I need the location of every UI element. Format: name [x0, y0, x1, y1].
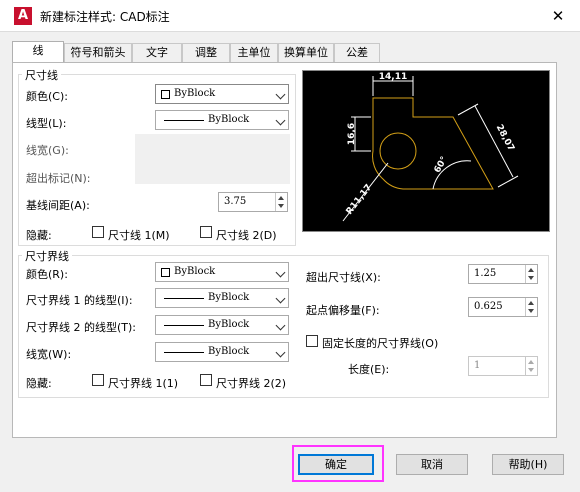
dim-lineweight-label: 线宽(G): — [26, 144, 69, 157]
ext-color-value: ByBlock — [174, 266, 216, 277]
tab-lines[interactable]: 线 — [12, 41, 64, 63]
spin-up-icon — [528, 360, 534, 364]
tab-text[interactable]: 文字 — [132, 43, 182, 62]
window-title: 新建标注样式: CAD标注 — [40, 10, 170, 24]
ext-color-label: 颜色(R): — [26, 268, 68, 281]
baseline-spacing-spinner[interactable]: 3.75 — [218, 192, 288, 212]
extend-beyond-label: 超出尺寸线(X): — [306, 271, 381, 284]
ok-button[interactable]: 确定 — [298, 454, 374, 475]
ext-linetype1-combo[interactable]: ByBlock — [155, 288, 289, 308]
tab-primary-units[interactable]: 主单位 — [230, 43, 278, 62]
dim-linetype-value: ByBlock — [208, 114, 250, 125]
ext-suppress-label: 隐藏: — [26, 377, 52, 390]
spin-down-icon — [528, 276, 534, 280]
tab-alternate-units[interactable]: 换算单位 — [278, 43, 334, 62]
suppress-dim-line-1-checkbox[interactable] — [92, 226, 104, 238]
color-swatch — [161, 90, 170, 99]
spin-down-icon — [278, 204, 284, 208]
chevron-down-icon — [275, 347, 286, 358]
ext-linetype2-combo[interactable]: ByBlock — [155, 315, 289, 335]
extend-beyond-spinner[interactable]: 1.25 — [468, 264, 538, 284]
cancel-button[interactable]: 取消 — [396, 454, 468, 475]
baseline-spacing-label: 基线间距(A): — [26, 199, 90, 212]
suppress-dim-line-2-checkbox[interactable] — [200, 226, 212, 238]
preview-drawing: 14,11 16,6 28,07 60° R11,17 — [342, 72, 519, 222]
ext-color-combo[interactable]: ByBlock — [155, 262, 289, 282]
group-title-dimension-lines: 尺寸线 — [22, 67, 61, 83]
fixed-length-checkbox[interactable] — [306, 335, 318, 347]
chevron-down-icon — [275, 115, 286, 126]
dim-suppress-label: 隐藏: — [26, 229, 52, 242]
tab-fit[interactable]: 调整 — [182, 43, 230, 62]
autocad-logo-icon: A — [14, 7, 32, 25]
length-value: 1 — [474, 360, 481, 371]
linetype-preview — [164, 325, 204, 326]
suppress-ext-line-2-checkbox[interactable] — [200, 374, 212, 386]
spin-down-icon — [528, 368, 534, 372]
fixed-length-label[interactable]: 固定长度的尺寸界线(O) — [322, 335, 438, 351]
dim-text-top: 14,11 — [379, 72, 407, 82]
suppress-dim-line-1-label[interactable]: 尺寸线 1(M) — [108, 227, 170, 243]
linetype-preview — [164, 120, 204, 121]
disabled-lineweight-area — [135, 134, 290, 184]
ext-linetype1-value: ByBlock — [208, 292, 250, 303]
close-button[interactable]: ✕ — [546, 5, 570, 27]
offset-value: 0.625 — [474, 301, 503, 312]
chevron-down-icon — [275, 320, 286, 331]
spin-up-icon — [278, 196, 284, 200]
ext-linetype1-label: 尺寸界线 1 的线型(I): — [26, 294, 133, 307]
ext-linetype2-value: ByBlock — [208, 319, 250, 330]
spinner-buttons[interactable] — [275, 193, 287, 211]
dim-text-right: 28,07 — [494, 123, 516, 153]
group-title-extension-lines: 尺寸界线 — [22, 248, 72, 264]
tab-tolerances[interactable]: 公差 — [334, 43, 380, 62]
linetype-preview — [164, 298, 204, 299]
ext-linetype2-label: 尺寸界线 2 的线型(T): — [26, 321, 136, 334]
chevron-down-icon — [275, 89, 286, 100]
spinner-buttons[interactable] — [525, 357, 537, 375]
ext-lineweight-combo[interactable]: ByBlock — [155, 342, 289, 362]
extend-ticks-label: 超出标记(N): — [26, 172, 91, 185]
suppress-ext-line-1-checkbox[interactable] — [92, 374, 104, 386]
spin-up-icon — [528, 268, 534, 272]
spinner-buttons[interactable] — [525, 265, 537, 283]
dim-text-radius: R11,17 — [345, 183, 375, 217]
spin-down-icon — [528, 309, 534, 313]
offset-label: 起点偏移量(F): — [306, 304, 380, 317]
length-label: 长度(E): — [348, 363, 390, 376]
dim-linetype-label: 线型(L): — [26, 117, 67, 130]
dim-color-value: ByBlock — [174, 88, 216, 99]
spinner-buttons[interactable] — [525, 298, 537, 316]
dim-text-angle: 60° — [433, 155, 450, 175]
dim-text-left: 16,6 — [347, 123, 357, 145]
lineweight-preview — [164, 352, 204, 353]
offset-spinner[interactable]: 0.625 — [468, 297, 538, 317]
dim-color-combo[interactable]: ByBlock — [155, 84, 289, 104]
help-button[interactable]: 帮助(H) — [492, 454, 564, 475]
tab-symbols-arrows[interactable]: 符号和箭头 — [64, 43, 132, 62]
extend-beyond-value: 1.25 — [474, 268, 497, 279]
suppress-ext-line-1-label[interactable]: 尺寸界线 1(1) — [108, 375, 178, 391]
ext-lineweight-value: ByBlock — [208, 346, 250, 357]
suppress-dim-line-2-label[interactable]: 尺寸线 2(D) — [216, 227, 277, 243]
suppress-ext-line-2-label[interactable]: 尺寸界线 2(2) — [216, 375, 286, 391]
ext-lineweight-label: 线宽(W): — [26, 348, 72, 361]
spin-up-icon — [528, 301, 534, 305]
baseline-spacing-value: 3.75 — [224, 196, 247, 207]
dimension-preview: 14,11 16,6 28,07 60° R11,17 — [302, 70, 550, 232]
chevron-down-icon — [275, 293, 286, 304]
dim-linetype-combo[interactable]: ByBlock — [155, 110, 289, 130]
chevron-down-icon — [275, 267, 286, 278]
length-spinner[interactable]: 1 — [468, 356, 538, 376]
dim-color-label: 颜色(C): — [26, 90, 68, 103]
color-swatch — [161, 268, 170, 277]
